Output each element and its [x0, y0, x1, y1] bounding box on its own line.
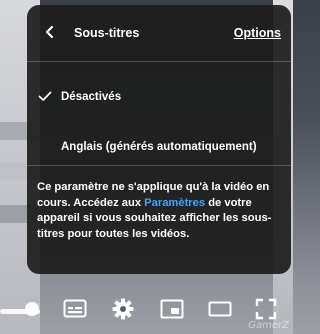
watermark: GamerZ: [248, 320, 289, 331]
subtitle-option-label: Désactivés: [61, 91, 122, 103]
panel-header: Sous-titres Options: [27, 5, 291, 62]
miniplayer-icon: [160, 299, 184, 319]
subtitle-option-english-auto[interactable]: Anglais (générés automatiquement): [27, 128, 291, 168]
panel-title: Sous-titres: [74, 26, 140, 40]
back-button[interactable]: [41, 23, 59, 41]
settings-icon: [112, 298, 134, 320]
chevron-left-icon: [45, 25, 54, 39]
fullscreen-icon: [255, 298, 277, 320]
settings-link[interactable]: Paramètres: [144, 197, 205, 209]
player-controls: GamerZ: [0, 292, 293, 334]
theater-mode-icon: [208, 301, 232, 317]
settings-button[interactable]: [111, 297, 135, 326]
volume-slider[interactable]: [0, 292, 42, 326]
volume-knob[interactable]: [25, 302, 39, 316]
subtitle-option-label: Anglais (générés automatiquement): [61, 141, 257, 153]
subtitles-icon: [63, 299, 87, 318]
divider: [27, 165, 291, 166]
info-text: Ce paramètre ne s'applique qu'à la vidéo…: [37, 180, 287, 242]
theater-mode-button[interactable]: [208, 301, 232, 322]
miniplayer-button[interactable]: [160, 299, 184, 324]
subtitles-panel: Sous-titres Options Désactivés Anglais (…: [27, 5, 291, 274]
subtitle-option-off[interactable]: Désactivés: [27, 78, 291, 118]
checkmark-icon: [38, 91, 52, 101]
subtitles-button[interactable]: [63, 298, 87, 325]
options-link[interactable]: Options: [234, 26, 281, 40]
